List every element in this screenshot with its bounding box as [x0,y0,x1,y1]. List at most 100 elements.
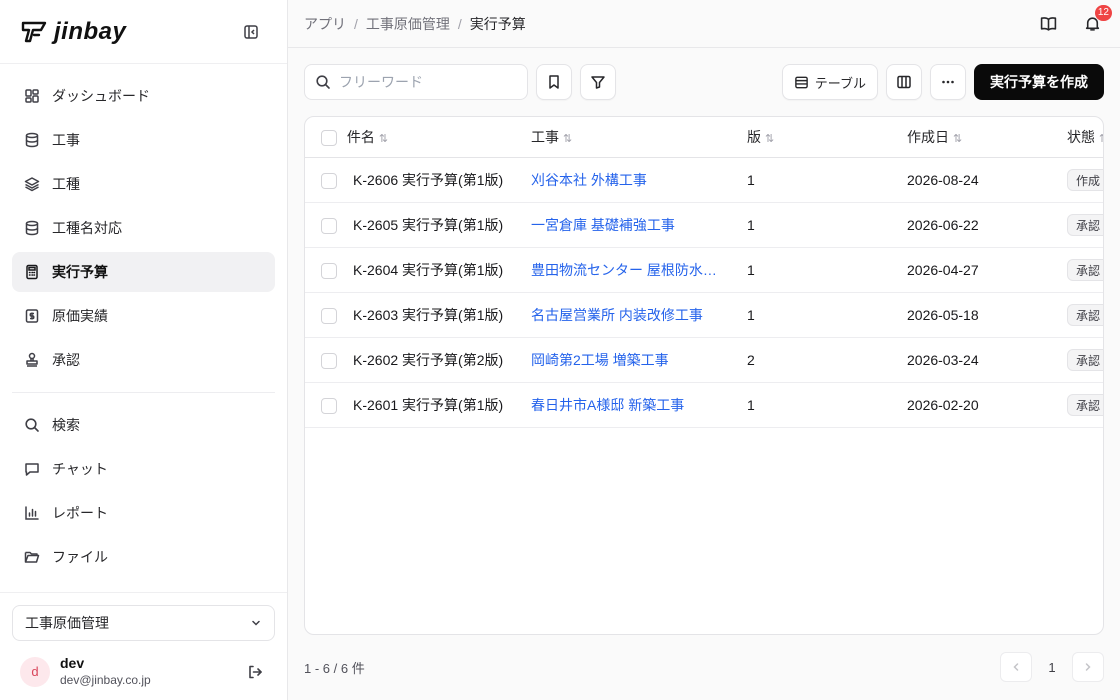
column-header-version[interactable]: 版 ⇅ [733,117,893,158]
search-icon [24,417,40,433]
sidebar-item-files[interactable]: ファイル [12,537,275,577]
table-row[interactable]: K-2605 実行予算(第1版) 一宮倉庫 基礎補強工事 1 2026-06-2… [305,202,1103,248]
table-row[interactable]: K-2606 実行予算(第1版) 刈谷本社 外構工事 1 2026-08-24 … [305,157,1103,203]
receipt-icon [24,308,40,324]
row-checkbox[interactable] [321,262,337,279]
status-badge: 作成 [1067,168,1103,191]
sidebar-item-budget[interactable]: 実行予算 [12,252,275,292]
next-page-button[interactable] [1072,652,1104,682]
breadcrumb-current: 実行予算 [469,15,526,32]
sidebar-toggle-icon[interactable] [239,20,263,44]
sidebar-item-dashboard[interactable]: ダッシュボード [12,76,275,116]
row-version: 1 [733,157,893,203]
breadcrumb-app[interactable]: アプリ [304,14,346,34]
budget-table-card: 件名⇅ 工事⇅ 版⇅ 作成日⇅ 状態⇅ K-2606 実行予算(第1版) 刈谷本… [304,116,1104,635]
view-toggle-button[interactable]: テーブル [781,64,878,100]
sort-icon[interactable]: ⇅ [563,133,572,145]
column-header-status[interactable]: 状態⇅ [1053,117,1103,158]
row-name: K-2606 実行予算(第1版) [353,171,504,188]
sidebar-item-label: ダッシュボード [52,88,150,104]
search-box[interactable] [304,64,528,100]
notification-bell[interactable]: 12 [1080,4,1112,36]
sort-icon[interactable]: ⇅ [379,133,388,145]
row-date: 2026-05-18 [893,292,1053,338]
create-budget-button[interactable]: 実行予算を作成 [974,64,1104,100]
sidebar-item-projects[interactable]: 工事 [12,120,275,160]
sidebar-header: jinbay [0,0,287,64]
database-icon [24,220,40,236]
avatar[interactable]: d [20,656,50,687]
sidebar-item-report[interactable]: レポート [12,493,275,533]
row-version: 1 [733,382,893,428]
row-project-link[interactable]: 名古屋営業所 内装改修工事 [531,307,703,323]
columns-button[interactable] [886,64,922,100]
row-checkbox[interactable] [321,397,337,414]
table-row[interactable]: K-2603 実行予算(第1版) 名古屋営業所 内装改修工事 1 2026-05… [305,292,1103,338]
status-badge: 承認 [1067,258,1103,281]
select-all-checkbox[interactable] [321,130,337,147]
top-bar: アプリ / 工事原価管理 / 実行予算 12 [288,0,1120,48]
sort-icon[interactable]: ⇅ [1099,133,1103,145]
sidebar-item-label: レポート [52,505,108,521]
page-number[interactable]: 1 [1040,652,1064,682]
sidebar-item-actual-cost[interactable]: 原価実績 [12,296,275,336]
app-select-value: 工事原価管理 [25,615,109,631]
toolbar: テーブル 実行予算を作成 [288,48,1120,116]
row-checkbox[interactable] [321,307,337,324]
budget-table: 件名⇅ 工事⇅ 版⇅ 作成日⇅ 状態⇅ K-2606 実行予算(第1版) 刈谷本… [305,117,1103,428]
row-date: 2026-08-24 [893,157,1053,203]
row-project-link[interactable]: 豊田物流センター 屋根防水… [531,262,717,278]
row-project-link[interactable]: 岡崎第2工場 増築工事 [531,352,669,368]
table-row[interactable]: K-2601 実行予算(第1版) 春日井市A様邸 新築工事 1 2026-02-… [305,382,1103,428]
database-icon [24,132,40,148]
sidebar-item-work-type-mapping[interactable]: 工種名対応 [12,208,275,248]
row-name: K-2605 実行予算(第1版) [353,216,504,233]
row-project-link[interactable]: 春日井市A様邸 新築工事 [531,397,684,413]
row-project-link[interactable]: 刈谷本社 外構工事 [531,172,647,188]
sidebar-item-chat[interactable]: チャット [12,449,275,489]
sort-icon[interactable]: ⇅ [953,133,962,145]
folder-icon [24,549,40,565]
row-name: K-2604 実行予算(第1版) [353,261,504,278]
filter-button[interactable] [580,64,616,100]
logo[interactable]: jinbay [20,18,126,46]
table-view-icon [794,75,809,90]
row-project-link[interactable]: 一宮倉庫 基礎補強工事 [531,217,675,233]
search-input[interactable] [339,74,509,90]
sidebar-nav: ダッシュボード 工事 工種 工種名対応 実行予算 原価実績 承認 [0,64,287,384]
table-row[interactable]: K-2604 実行予算(第1版) 豊田物流センター 屋根防水… 1 2026-0… [305,247,1103,293]
row-checkbox[interactable] [321,172,337,189]
sort-icon[interactable]: ⇅ [765,133,774,145]
sidebar-item-search[interactable]: 検索 [12,405,275,445]
sidebar-item-work-types[interactable]: 工種 [12,164,275,204]
column-header-project[interactable]: 工事 ⇅ [517,117,733,158]
sidebar-item-approval[interactable]: 承認 [12,340,275,380]
breadcrumb-cost-management[interactable]: 工事原価管理 [366,14,450,34]
user-email: dev@jinbay.co.jp [60,673,151,687]
row-checkbox[interactable] [321,352,337,369]
columns-icon [896,74,912,90]
book-icon[interactable] [1036,12,1060,36]
user-profile: d dev dev@jinbay.co.jp [12,641,275,688]
sidebar-item-label: チャット [52,461,108,477]
chevron-down-icon [250,617,262,629]
table-header-row: 件名⇅ 工事⇅ 版⇅ 作成日⇅ 状態⇅ [305,117,1103,158]
stamp-icon [24,352,40,368]
table-row[interactable]: K-2602 実行予算(第2版) 岡崎第2工場 増築工事 2 2026-03-2… [305,337,1103,383]
sidebar-footer: 工事原価管理 d dev dev@jinbay.co.jp [0,592,287,700]
row-version: 1 [733,247,893,293]
prev-page-button[interactable] [1000,652,1032,682]
more-button[interactable] [930,64,966,100]
app-select[interactable]: 工事原価管理 [12,605,275,641]
column-header-created[interactable]: 作成日 ⇅ [893,117,1053,158]
row-checkbox[interactable] [321,217,337,234]
sidebar: jinbay ダッシュボード 工事 工種 工種名対応 実行予算 原価実績 承認 … [0,0,288,700]
column-header-name[interactable]: 件名 ⇅ [305,117,517,158]
table-footer: 1 - 6 / 6 件 1 [288,635,1120,699]
notification-badge: 12 [1094,4,1112,21]
breadcrumb: アプリ / 工事原価管理 / 実行予算 [304,14,526,34]
bookmark-button[interactable] [536,64,572,100]
search-icon [315,74,331,90]
logout-icon[interactable] [243,660,267,684]
bar-chart-icon [24,505,40,521]
